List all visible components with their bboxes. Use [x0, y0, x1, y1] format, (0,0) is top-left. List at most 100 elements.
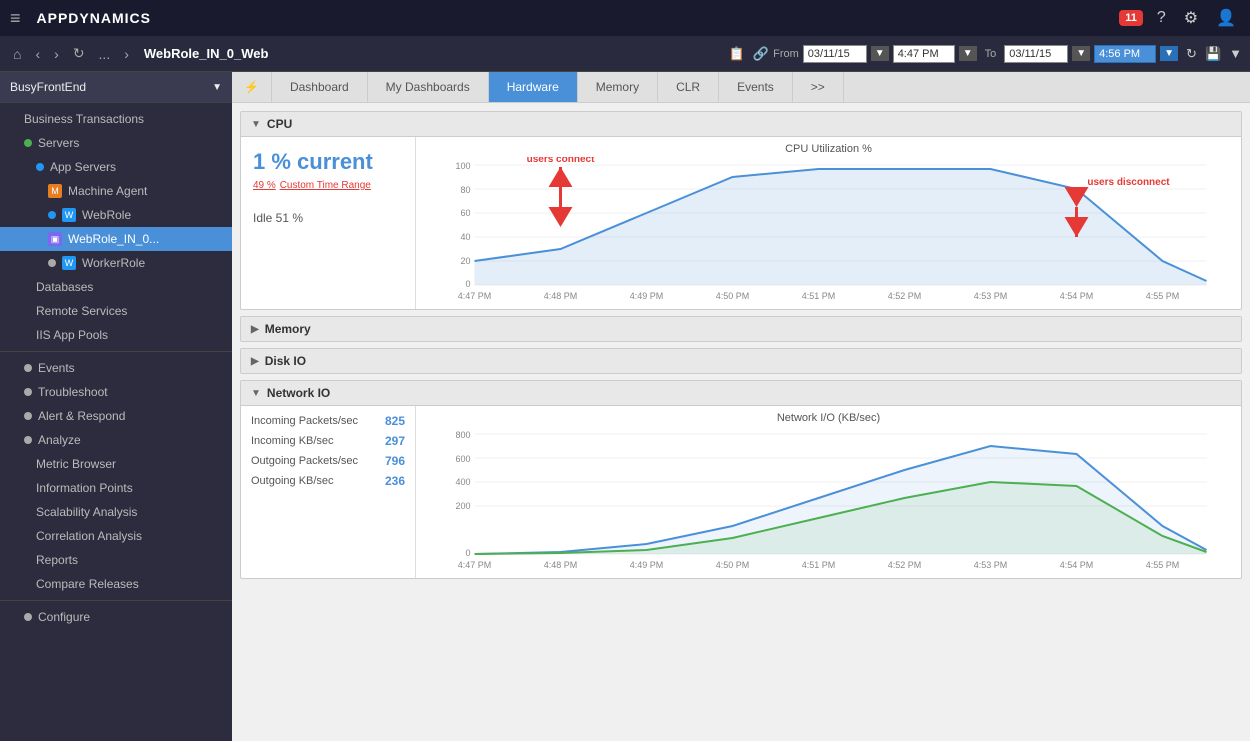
refresh-button[interactable]: ↻	[1186, 46, 1197, 62]
panels: ▼ CPU 1 % current 49 % Custom Time Range…	[232, 103, 1250, 741]
memory-header[interactable]: ▶ Memory	[241, 317, 1241, 341]
sidebar-item-compare-releases[interactable]: Compare Releases	[0, 572, 232, 596]
toolbar-icon-1[interactable]: 📋	[729, 46, 745, 62]
sidebar-item-business-transactions[interactable]: Business Transactions	[0, 107, 232, 131]
reports-label: Reports	[36, 553, 78, 567]
webrole-icon: W	[62, 208, 76, 222]
to-time-input[interactable]	[1094, 45, 1156, 63]
help-icon[interactable]: ?	[1153, 9, 1170, 27]
remote-services-label: Remote Services	[36, 304, 127, 318]
from-date-cal-button[interactable]: ▼	[871, 46, 889, 61]
sidebar-item-configure[interactable]: Configure	[0, 605, 232, 629]
sidebar-item-machine-agent[interactable]: M Machine Agent	[0, 179, 232, 203]
forward-button[interactable]: ›	[49, 44, 64, 64]
tab-dashboard[interactable]: Dashboard	[272, 72, 368, 102]
notification-badge[interactable]: 11	[1119, 10, 1143, 26]
network-io-section: ▼ Network IO Incoming Packets/sec 825 In…	[240, 380, 1242, 579]
sidebar-item-analyze[interactable]: Analyze	[0, 428, 232, 452]
svg-text:800: 800	[455, 430, 470, 440]
toolbar-icon-2[interactable]: 🔗	[753, 46, 769, 62]
sidebar-item-app-servers[interactable]: App Servers	[0, 155, 232, 179]
sidebar-item-servers[interactable]: Servers	[0, 131, 232, 155]
from-date-input[interactable]	[803, 45, 867, 63]
cpu-stat-box: 1 % current 49 % Custom Time Range Idle …	[241, 137, 416, 309]
tabbar: ⚡ Dashboard My Dashboards Hardware Memor…	[232, 72, 1250, 103]
from-time-input[interactable]	[893, 45, 955, 63]
sidebar-item-events[interactable]: Events	[0, 356, 232, 380]
tab-hardware[interactable]: Hardware	[489, 72, 578, 102]
workerrole-label: WorkerRole	[82, 256, 145, 270]
dropdown-button[interactable]: ▼	[1229, 46, 1242, 61]
user-icon[interactable]: 👤	[1212, 8, 1240, 28]
tab-hardware-label: Hardware	[507, 80, 559, 94]
analyze-label: Analyze	[38, 433, 81, 447]
disk-io-header[interactable]: ▶ Disk IO	[241, 349, 1241, 373]
back-button[interactable]: ‹	[30, 44, 45, 64]
svg-text:4:55 PM: 4:55 PM	[1146, 291, 1180, 301]
tab-events[interactable]: Events	[719, 72, 793, 102]
svg-text:200: 200	[455, 501, 470, 511]
topbar: ≡ APPDYNAMICS 11 ? ⚙ 👤	[0, 0, 1250, 36]
sidebar-item-workerrole[interactable]: W WorkerRole	[0, 251, 232, 275]
outgoing-kb-label: Outgoing KB/sec	[251, 475, 334, 487]
svg-text:60: 60	[460, 208, 470, 218]
breadcrumb-chevron: ›	[119, 44, 134, 64]
svg-text:4:52 PM: 4:52 PM	[888, 291, 922, 301]
cpu-chart: 100 80 60 40 20 0	[420, 157, 1237, 302]
from-time-cal-button[interactable]: ▼	[959, 46, 977, 61]
network-io-body: Incoming Packets/sec 825 Incoming KB/sec…	[241, 406, 1241, 578]
metric-browser-label: Metric Browser	[36, 457, 116, 471]
memory-title: Memory	[265, 322, 311, 336]
to-date-cal-button[interactable]: ▼	[1072, 46, 1090, 61]
save-button[interactable]: 💾	[1205, 46, 1221, 62]
svg-text:4:47 PM: 4:47 PM	[458, 291, 492, 301]
sidebar-item-webrole-in0[interactable]: ▣ WebRole_IN_0...	[0, 227, 232, 251]
sidebar-divider-1	[0, 351, 232, 352]
svg-text:4:51 PM: 4:51 PM	[802, 560, 836, 570]
sidebar-item-databases[interactable]: Databases	[0, 275, 232, 299]
refresh-nav-button[interactable]: ↻	[68, 43, 90, 64]
sidebar-item-reports[interactable]: Reports	[0, 548, 232, 572]
sidebar-item-troubleshoot[interactable]: Troubleshoot	[0, 380, 232, 404]
sidebar-item-iis-app-pools[interactable]: IIS App Pools	[0, 323, 232, 347]
tab-clr[interactable]: CLR	[658, 72, 719, 102]
sidebar-item-alert-respond[interactable]: Alert & Respond	[0, 404, 232, 428]
svg-text:4:49 PM: 4:49 PM	[630, 560, 664, 570]
to-time-cal-button[interactable]: ▼	[1160, 46, 1178, 61]
svg-text:4:48 PM: 4:48 PM	[544, 560, 578, 570]
webrole-in0-icon: ▣	[48, 232, 62, 246]
svg-text:100: 100	[455, 161, 470, 171]
cpu-custom-range-link[interactable]: Custom Time Range	[280, 180, 371, 191]
sidebar-item-correlation-analysis[interactable]: Correlation Analysis	[0, 524, 232, 548]
correlation-analysis-label: Correlation Analysis	[36, 529, 142, 543]
cpu-header[interactable]: ▼ CPU	[241, 112, 1241, 137]
svg-text:400: 400	[455, 477, 470, 487]
to-date-input[interactable]	[1004, 45, 1068, 63]
more-nav-button[interactable]: ...	[94, 44, 116, 64]
tab-lightning[interactable]: ⚡	[232, 72, 272, 102]
sidebar-item-information-points[interactable]: Information Points	[0, 476, 232, 500]
sidebar: BusyFrontEnd ▼ Business Transactions Ser…	[0, 72, 232, 741]
hamburger-icon[interactable]: ≡	[10, 8, 21, 29]
tab-memory[interactable]: Memory	[578, 72, 658, 102]
settings-icon[interactable]: ⚙	[1180, 8, 1202, 28]
tab-my-dashboards[interactable]: My Dashboards	[368, 72, 489, 102]
disk-io-section: ▶ Disk IO	[240, 348, 1242, 374]
tab-more[interactable]: >>	[793, 72, 844, 102]
cpu-chart-area: CPU Utilization % 100 80 60 40 20 0	[416, 137, 1241, 309]
outgoing-kb-value: 236	[385, 474, 405, 488]
analyze-dot	[24, 436, 32, 444]
sidebar-item-scalability-analysis[interactable]: Scalability Analysis	[0, 500, 232, 524]
home-icon[interactable]: ⌂	[8, 44, 26, 64]
cpu-chart-title: CPU Utilization %	[420, 143, 1237, 155]
svg-text:4:55 PM: 4:55 PM	[1146, 560, 1180, 570]
app-logo: APPDYNAMICS	[37, 10, 151, 26]
sidebar-item-metric-browser[interactable]: Metric Browser	[0, 452, 232, 476]
network-io-header[interactable]: ▼ Network IO	[241, 381, 1241, 406]
sidebar-item-webrole[interactable]: W WebRole	[0, 203, 232, 227]
compare-releases-label: Compare Releases	[36, 577, 139, 591]
app-selector[interactable]: BusyFrontEnd ▼	[0, 72, 232, 103]
sidebar-divider-2	[0, 600, 232, 601]
sidebar-item-remote-services[interactable]: Remote Services	[0, 299, 232, 323]
svg-text:4:50 PM: 4:50 PM	[716, 560, 750, 570]
